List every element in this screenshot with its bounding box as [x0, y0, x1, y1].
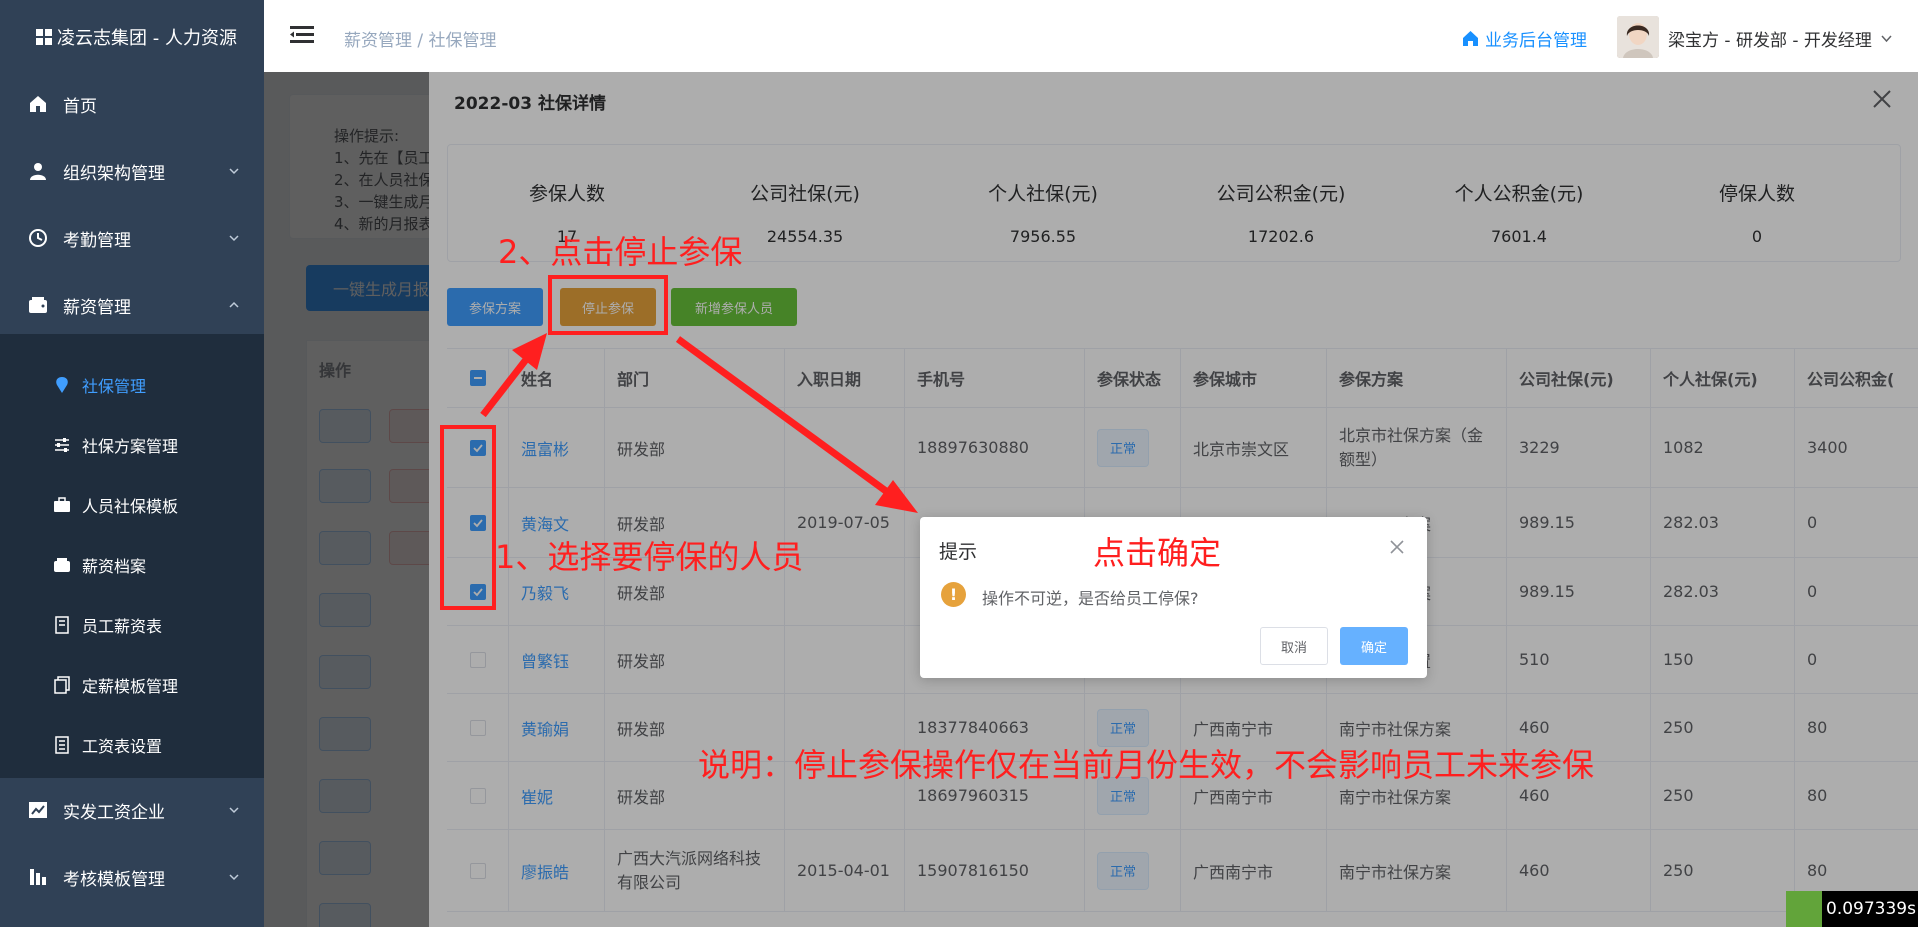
annotation-confirm-hint: 点击确定: [1093, 534, 1222, 572]
sliders-icon: [55, 438, 69, 452]
wallet-icon: [54, 558, 70, 572]
close-icon[interactable]: [1389, 539, 1405, 555]
sidebar-item-enterprise[interactable]: 实发工资企业: [0, 780, 264, 840]
sidebar-item-label: 首页: [63, 96, 97, 117]
sidebar-item-attendance[interactable]: 考勤管理: [0, 208, 264, 268]
chevron-down-icon: [229, 807, 239, 814]
chevron-up-icon: [229, 301, 239, 308]
sidebar: 凌云志集团 - 人力资源 首页 组织架构管理 考勤管理 薪资管理 社保管理 社保…: [0, 0, 264, 927]
sidebar-subitem-archive[interactable]: 薪资档案: [0, 537, 264, 593]
sidebar-item-assessment[interactable]: 考核模板管理: [0, 847, 264, 907]
cancel-button[interactable]: 取消: [1260, 627, 1328, 665]
sidebar-subitem-label: 员工薪资表: [82, 617, 163, 636]
sidebar-subitem-template[interactable]: 人员社保模板: [0, 477, 264, 533]
chevron-down-icon: [229, 874, 239, 881]
sidebar-item-org[interactable]: 组织架构管理: [0, 141, 264, 201]
annotation-step1: 1、选择要停保的人员: [495, 538, 804, 576]
sidebar-subitem-social-security[interactable]: 社保管理: [0, 357, 264, 413]
sidebar-subitem-plan[interactable]: 社保方案管理: [0, 417, 264, 473]
sidebar-subitem-salary-template[interactable]: 定薪模板管理: [0, 657, 264, 713]
sidebar-item-salary[interactable]: 薪资管理: [0, 275, 264, 335]
breadcrumb-parent[interactable]: 薪资管理: [344, 31, 412, 51]
breadcrumb: 薪资管理 / 社保管理: [344, 26, 497, 51]
sidebar-subitem-label: 社保管理: [82, 377, 147, 396]
document-icon: [55, 736, 69, 754]
dialog-message: 操作不可逆，是否给员工停保?: [982, 589, 1199, 608]
biz-admin-label: 业务后台管理: [1485, 31, 1587, 51]
warning-icon: !: [941, 582, 966, 607]
clock-icon: [29, 229, 47, 247]
sidebar-subitem-payroll[interactable]: 员工薪资表: [0, 597, 264, 653]
sidebar-item-label: 考核模板管理: [63, 869, 165, 890]
hamburger-icon[interactable]: [290, 24, 314, 46]
timer-value: 0.097339s: [1826, 899, 1916, 919]
breadcrumb-current: 社保管理: [428, 31, 497, 51]
home-icon: [1463, 31, 1478, 46]
biz-admin-link[interactable]: 业务后台管理: [1462, 26, 1587, 51]
grid-icon: [36, 28, 52, 45]
location-icon: [56, 377, 68, 393]
bar-icon: [30, 869, 46, 885]
sidebar-subitem-label: 薪资档案: [82, 557, 147, 576]
user-name: 梁宝方 - 研发部 - 开发经理: [1668, 31, 1872, 51]
sidebar-item-label: 考勤管理: [63, 230, 131, 251]
app-logo[interactable]: 凌云志集团 - 人力资源: [36, 24, 237, 50]
chevron-down-icon: [229, 168, 239, 175]
sidebar-item-label: 组织架构管理: [63, 163, 165, 184]
wallet-icon: [29, 297, 47, 313]
sidebar-item-home[interactable]: 首页: [0, 74, 264, 134]
timer-badge: 0.097339s: [1786, 891, 1918, 927]
dialog-title: 提示: [939, 541, 978, 563]
sidebar-subitem-label: 人员社保模板: [82, 497, 179, 516]
book-icon: [55, 616, 69, 634]
sidebar-subitem-table-settings[interactable]: 工资表设置: [0, 717, 264, 773]
annotation-step2: 2、点击停止参保: [498, 233, 743, 271]
sidebar-item-label: 薪资管理: [63, 297, 131, 318]
chart-icon: [29, 802, 47, 818]
user-icon: [30, 163, 46, 180]
user-menu[interactable]: 梁宝方 - 研发部 - 开发经理: [1668, 26, 1893, 51]
avatar-image: [1617, 16, 1659, 58]
avatar[interactable]: [1617, 16, 1659, 58]
timer-icon: [1786, 891, 1822, 927]
chevron-down-icon: [1881, 35, 1892, 43]
top-header: 薪资管理 / 社保管理 业务后台管理 梁宝方 - 研发部 - 开发经理: [264, 0, 1918, 72]
home-icon: [30, 96, 46, 112]
breadcrumb-separator: /: [417, 31, 424, 51]
chevron-down-icon: [229, 235, 239, 242]
sidebar-item-label: 实发工资企业: [63, 802, 165, 823]
copy-icon: [54, 676, 70, 694]
sidebar-subitem-label: 定薪模板管理: [82, 677, 179, 696]
annotation-note: 说明：停止参保操作仅在当前月份生效，不会影响员工未来参保: [698, 746, 1595, 784]
briefcase-icon: [54, 497, 70, 512]
modal-mask[interactable]: [264, 72, 1918, 927]
sidebar-subitem-label: 社保方案管理: [82, 437, 179, 456]
sidebar-subitem-label: 工资表设置: [82, 737, 163, 756]
app-title: 凌云志集团 - 人力资源: [57, 28, 237, 49]
confirm-button[interactable]: 确定: [1340, 627, 1408, 665]
